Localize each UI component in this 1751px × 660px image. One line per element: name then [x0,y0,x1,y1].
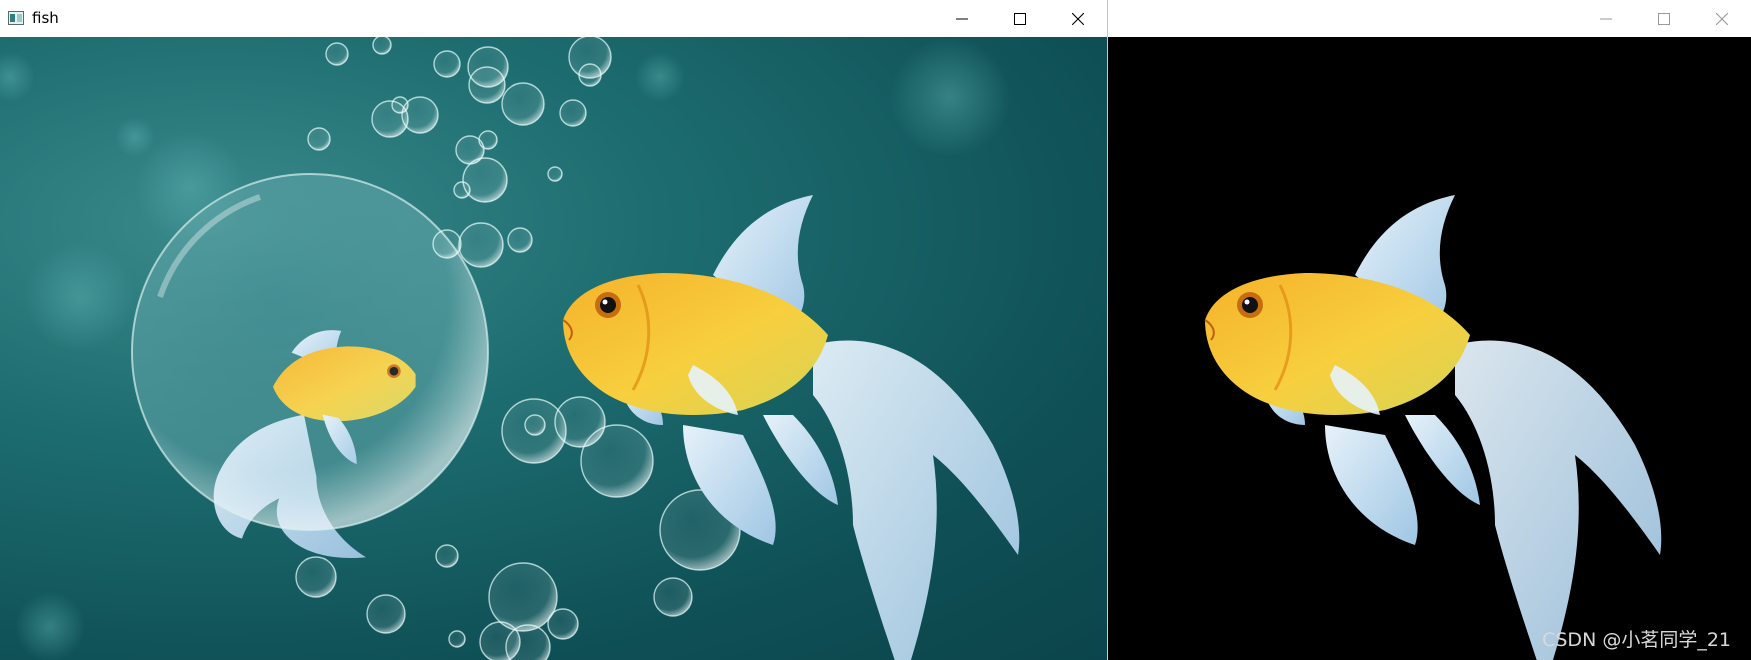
segmented-image-view: CSDN @小茗同学_21 [1108,37,1751,660]
title-bar[interactable]: fish [0,0,1107,37]
app-window-icon [8,11,24,25]
watermark-text: CSDN @小茗同学_21 [1542,629,1731,651]
minimize-icon [1600,18,1612,19]
maximize-button[interactable] [991,0,1049,37]
minimize-icon [956,18,968,19]
maximize-icon [1658,12,1670,25]
close-icon [1072,12,1084,25]
mask-result-window: CSDN @小茗同学_21 [1108,0,1751,660]
title-bar[interactable] [1108,0,1751,37]
goldfish-scene-image [0,37,1021,660]
fish-window: fish [0,0,1108,660]
window-title: fish [32,9,59,27]
original-image-view [0,37,1107,660]
maximize-icon [1014,12,1026,25]
close-button[interactable] [1693,0,1751,37]
minimize-button[interactable] [1577,0,1635,37]
minimize-button[interactable] [933,0,991,37]
close-icon [1716,12,1728,25]
goldfish-cutout [1204,195,1662,660]
maximize-button[interactable] [1635,0,1693,37]
close-button[interactable] [1049,0,1107,37]
large-bubble [131,173,489,558]
segmented-goldfish-image [1204,195,1662,660]
